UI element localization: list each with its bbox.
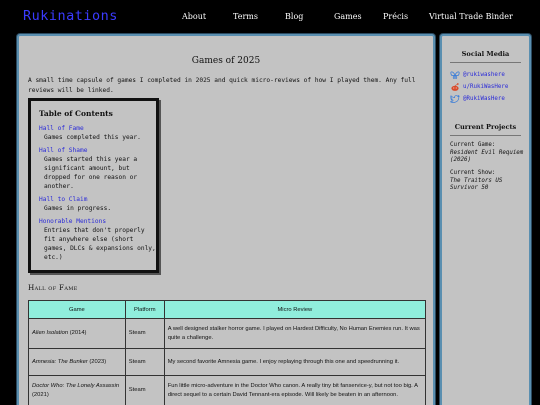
platform-cell: Steam — [124, 318, 165, 349]
review-cell: A well designed stalker horror game. I p… — [163, 318, 427, 349]
toc-link-hall-of-fame[interactable]: Hall of Fame — [39, 125, 84, 132]
nav-virtual-trade-binder[interactable]: Virtual Trade Binder — [429, 12, 513, 21]
game-title: Doctor Who: The Lonely Assassin — [32, 383, 120, 389]
intro-text: A small time capsule of games I complete… — [28, 77, 416, 94]
toc-desc-hall-of-fame: Games completed this year. — [44, 134, 141, 141]
nav-games[interactable]: Games — [334, 12, 362, 21]
platform-cell: Steam — [124, 375, 165, 405]
table-row: Doctor Who: The Lonely Assassin (2021) S… — [28, 375, 427, 405]
nav-precis[interactable]: Précis — [383, 12, 408, 21]
project-value: The Traitors US Survivor 50 — [450, 177, 503, 192]
main-content-panel: Games of 2025 A small time capsule of ga… — [17, 34, 435, 405]
game-year: (2021) — [32, 391, 49, 398]
sidebar: Social Media @rukiwashere u/RukiWasHere … — [440, 34, 531, 405]
project-value: Resident Evil Requiem (2026) — [450, 149, 524, 164]
game-year: (2023) — [89, 358, 107, 365]
nav-about[interactable]: About — [182, 12, 206, 21]
nav-blog[interactable]: Blog — [285, 12, 303, 21]
project-label: Current Show: — [450, 170, 496, 176]
toc-desc-hall-to-claim: Games in progress. — [44, 205, 112, 212]
toc-desc-hall-of-shame: Games started this year a significant am… — [44, 156, 138, 190]
hall-of-fame-table: Game Platform Micro Review Alien Isolati… — [28, 300, 427, 405]
toc-link-hall-of-shame[interactable]: Hall of Shame — [39, 147, 87, 154]
page-title: Games of 2025 — [191, 56, 261, 66]
divider — [450, 135, 521, 136]
current-game: Current Game: Resident Evil Requiem (202… — [450, 142, 529, 165]
game-title: Amnesia: The Bunker — [32, 358, 88, 365]
game-cell: Amnesia: The Bunker (2023) — [28, 348, 126, 376]
table-of-contents: Table of Contents Hall of Fame Games com… — [28, 98, 159, 273]
toc-link-hall-to-claim[interactable]: Hall to Claim — [39, 196, 87, 203]
column-header-game: Game — [28, 300, 126, 319]
table-row: Alien Isolation (2014) Steam A well desi… — [28, 318, 427, 349]
top-navbar: Rukinations About Terms Blog Games Préci… — [0, 0, 540, 34]
twitter-icon — [450, 94, 460, 103]
social-label: u/RukiWasHere — [463, 84, 509, 90]
toc-desc-honorable-mentions: Entries that don't properly fit anywhere… — [44, 227, 156, 261]
toc-link-honorable-mentions[interactable]: Honorable Mentions — [39, 218, 106, 225]
nav-terms[interactable]: Terms — [233, 12, 258, 21]
site-logo-link[interactable]: Rukinations — [23, 8, 118, 24]
current-projects-heading: Current Projects — [454, 123, 517, 131]
current-show: Current Show: The Traitors US Survivor 5… — [450, 170, 529, 193]
divider — [450, 62, 521, 63]
butterfly-icon — [450, 71, 460, 79]
section-heading-hall-of-fame: Hall of Fame — [28, 283, 78, 292]
column-header-micro-review: Micro Review — [163, 300, 427, 319]
social-label: @rukiwashere — [463, 72, 505, 78]
game-title: Alien Isolation — [32, 330, 69, 337]
platform-cell: Steam — [124, 348, 165, 376]
game-cell: Alien Isolation (2014) — [28, 318, 126, 349]
review-cell: Fun little micro-adventure in the Doctor… — [163, 375, 427, 405]
game-year: (2014) — [69, 330, 87, 337]
social-media-heading: Social Media — [461, 50, 510, 58]
column-header-platform: Platform — [124, 300, 165, 319]
toc-title: Table of Contents — [39, 109, 113, 118]
table-row: Amnesia: The Bunker (2023) Steam My seco… — [28, 348, 427, 376]
social-label: @RukiWasHere — [463, 96, 505, 102]
reddit-icon — [451, 83, 459, 91]
game-cell: Doctor Who: The Lonely Assassin (2021) — [28, 375, 126, 405]
project-label: Current Game: — [450, 142, 496, 148]
review-cell: My second favorite Amnesia game. I enjoy… — [163, 348, 427, 376]
